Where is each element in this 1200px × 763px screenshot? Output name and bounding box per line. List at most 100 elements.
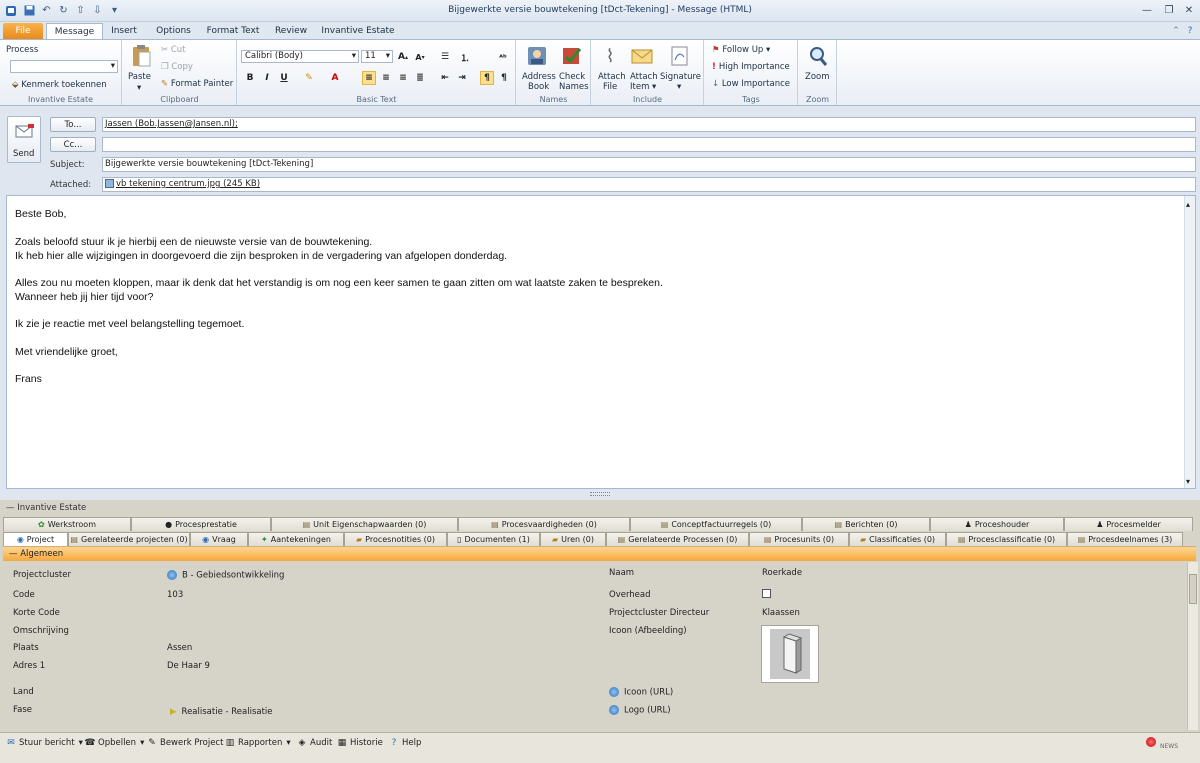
to-field[interactable]: Jassen (Bob.Jassen@Jansen.nl); [102, 117, 1196, 132]
low-importance-button[interactable]: ↓ Low Importance [712, 79, 790, 89]
scroll-thumb[interactable] [1189, 574, 1197, 604]
tab-procesprestatie[interactable]: ● Procesprestatie [131, 517, 271, 531]
paste-button[interactable]: Paste [128, 72, 151, 82]
align-right-icon[interactable]: ≡ [396, 71, 410, 85]
subject-field[interactable]: Bijgewerkte versie bouwtekening [tDct-Te… [102, 157, 1196, 172]
tab-berichten[interactable]: ▤ Berichten (0) [802, 517, 930, 531]
scroll-down-icon[interactable]: ▾ [1186, 477, 1190, 486]
help-icon[interactable]: ? [1184, 23, 1196, 39]
section-algemeen[interactable]: — Algemeen [3, 548, 1196, 561]
ltr-icon[interactable]: ¶ [480, 71, 494, 85]
stuur-bericht-button[interactable]: ✉ Stuur bericht ▾ [6, 736, 83, 750]
tab-werkstroom[interactable]: ✿ Werkstroom [3, 517, 131, 531]
address-book-icon[interactable] [525, 43, 549, 69]
attach-label[interactable]: Attach [598, 72, 626, 82]
signature-dropdown-icon[interactable]: ▾ [677, 82, 681, 92]
cc-button[interactable]: Cc... [50, 137, 96, 152]
estate-scrollbar[interactable] [1187, 562, 1198, 730]
font-size-select[interactable]: 11 ▾ [361, 50, 393, 63]
grow-font-icon[interactable]: A ▴ [396, 50, 410, 64]
increase-indent-icon[interactable]: ⇥ [455, 71, 469, 85]
audit-button[interactable]: ◈ Audit [297, 736, 333, 750]
tab-procesclassificatie[interactable]: ▤ Procesclassificatie (0) [946, 532, 1067, 546]
names-label[interactable]: Names [559, 82, 589, 92]
to-button[interactable]: To... [50, 117, 96, 132]
tab-procesdeelnames[interactable]: ▤ Procesdeelnames (3) [1067, 532, 1183, 546]
collapse-ribbon-icon[interactable]: ⌃ [1170, 23, 1182, 39]
scroll-up-icon[interactable]: ▴ [1186, 200, 1190, 209]
kenmerk-toekennen-button[interactable]: ⬙ Kenmerk toekennen [12, 80, 107, 90]
overhead-checkbox[interactable] [762, 589, 771, 598]
value-projectcluster[interactable]: B - Gebiedsontwikkeling [167, 570, 284, 581]
tab-insert[interactable]: Insert [106, 23, 142, 39]
tab-conceptfactuurregels[interactable]: ▤ Conceptfactuurregels (0) [630, 517, 802, 531]
item-label[interactable]: Item ▾ [630, 82, 656, 92]
rapporten-button[interactable]: ▥ Rapporten ▾ [225, 736, 291, 750]
tab-project[interactable]: ◉ Project [3, 532, 68, 546]
file-label[interactable]: File [603, 82, 617, 92]
tab-procesnotities[interactable]: ▰ Procesnotities (0) [344, 532, 447, 546]
tab-proceshouder[interactable]: ♟ Proceshouder [930, 517, 1064, 531]
tab-review[interactable]: Review [270, 23, 312, 39]
tab-gerelateerde-processen[interactable]: ▤ Gerelateerde Processen (0) [606, 532, 749, 546]
paste-icon[interactable] [129, 43, 153, 69]
zoom-button[interactable]: Zoom [805, 72, 830, 82]
message-body[interactable]: Beste Bob, Zoals beloofd stuur ik je hie… [6, 195, 1196, 489]
clear-format-icon[interactable]: ᴬᵇ [496, 50, 510, 64]
check-names-icon[interactable] [560, 43, 584, 69]
paste-dropdown-icon[interactable]: ▾ [137, 83, 141, 93]
attach-item-label[interactable]: Attach [630, 72, 658, 82]
bewerk-project-button[interactable]: ✎ Bewerk Project [147, 736, 223, 750]
send-button[interactable]: Send [7, 116, 41, 163]
book-label[interactable]: Book [528, 82, 549, 92]
justify-icon[interactable]: ≣ [413, 71, 427, 85]
attachment-field[interactable]: vb tekening centrum.jpg (245 KB) [102, 177, 1196, 192]
tab-aantekeningen[interactable]: ✦ Aantekeningen [248, 532, 344, 546]
italic-icon[interactable]: I [260, 71, 274, 85]
tab-options[interactable]: Options [151, 23, 196, 39]
opbellen-button[interactable]: ☎ Opbellen ▾ [84, 736, 144, 750]
font-color-icon[interactable]: A [328, 71, 342, 85]
minimize-button[interactable]: — [1136, 3, 1158, 18]
splitter-handle[interactable] [590, 492, 610, 496]
process-dropdown[interactable]: ▾ [10, 60, 118, 73]
cut-button[interactable]: ✂ Cut [161, 45, 185, 55]
address-label[interactable]: Address [522, 72, 556, 82]
body-scrollbar[interactable]: ▴ ▾ [1184, 196, 1195, 488]
align-center-icon[interactable]: ≡ [379, 71, 393, 85]
close-button[interactable]: ✕ [1178, 3, 1200, 18]
font-family-select[interactable]: Calibri (Body) ▾ [241, 50, 359, 63]
tab-format-text[interactable]: Format Text [203, 23, 263, 39]
tab-procesmelder[interactable]: ♟ Procesmelder [1064, 517, 1193, 531]
to-recipient[interactable]: Jassen (Bob.Jassen@Jansen.nl); [105, 119, 238, 129]
historie-button[interactable]: ▦ Historie [337, 736, 383, 750]
follow-up-button[interactable]: ⚑ Follow Up ▾ [712, 45, 770, 55]
highlight-icon[interactable]: ✎ [302, 71, 316, 85]
tab-vraag[interactable]: ◉ Vraag [190, 532, 248, 546]
tab-file[interactable]: File [3, 23, 43, 39]
value-fase[interactable]: ▶ Realisatie - Realisatie [170, 707, 273, 717]
magnifier-icon[interactable] [806, 43, 830, 69]
high-importance-button[interactable]: ! High Importance [712, 62, 790, 72]
bold-icon[interactable]: B [243, 71, 257, 85]
shrink-font-icon[interactable]: A ▾ [413, 50, 427, 64]
numbering-icon[interactable]: ⒈ [458, 50, 472, 64]
maximize-button[interactable]: ❐ [1158, 3, 1180, 18]
cc-field[interactable] [102, 137, 1196, 152]
tab-classificaties[interactable]: ▰ Classificaties (0) [849, 532, 946, 546]
paperclip-icon[interactable]: ⌇ [598, 43, 622, 69]
link-icoon-url[interactable]: Icoon (URL) [609, 687, 673, 698]
rtl-icon[interactable]: ¶ [497, 71, 511, 85]
bullets-icon[interactable]: ☰ [438, 50, 452, 64]
tab-gerelateerde-projecten[interactable]: ▤ Gerelateerde projecten (0) [68, 532, 190, 546]
tab-procesvaardigheden[interactable]: ▤ Procesvaardigheden (0) [458, 517, 630, 531]
underline-icon[interactable]: U [277, 71, 291, 85]
tab-uren[interactable]: ▰ Uren (0) [540, 532, 606, 546]
copy-button[interactable]: ❐ Copy [161, 62, 193, 72]
tab-documenten[interactable]: ▯ Documenten (1) [447, 532, 540, 546]
decrease-indent-icon[interactable]: ⇤ [438, 71, 452, 85]
tab-message[interactable]: Message [46, 23, 103, 39]
signature-label[interactable]: Signature [660, 72, 701, 82]
tab-invantive-estate[interactable]: Invantive Estate [318, 23, 398, 39]
envelope-icon[interactable] [630, 43, 654, 69]
